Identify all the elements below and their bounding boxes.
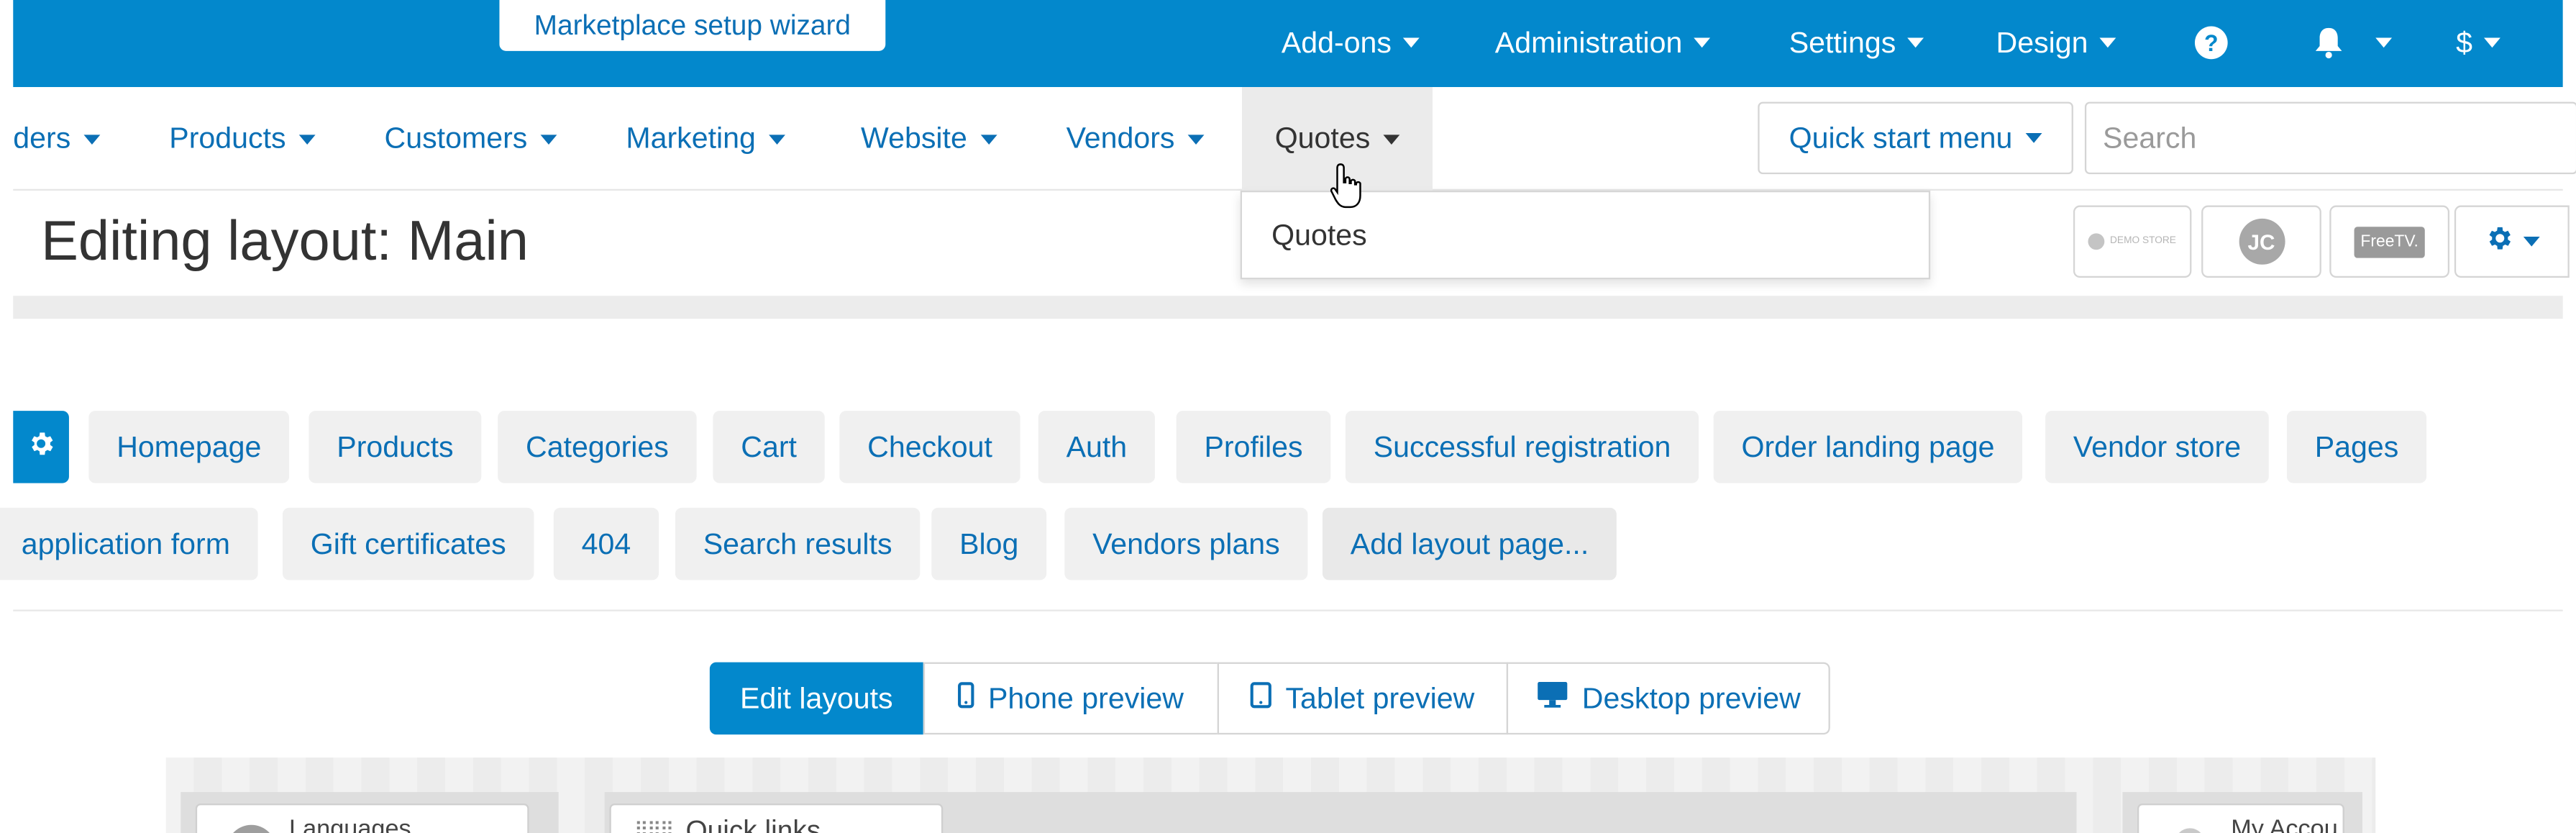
quick-start-menu-button[interactable]: Quick start menu bbox=[1758, 101, 2073, 175]
chevron-down-icon bbox=[1187, 134, 1205, 144]
nav-customers-label: Customers bbox=[384, 122, 528, 155]
widget-handle-icon bbox=[227, 824, 276, 833]
layout-tab-checkout[interactable]: Checkout bbox=[839, 411, 1020, 483]
nav-customers[interactable]: Customers bbox=[385, 87, 557, 191]
nav-website-label: Website bbox=[861, 122, 967, 155]
addons-menu[interactable]: Add-ons bbox=[1282, 23, 1420, 63]
title-separator bbox=[13, 296, 2563, 319]
bell-icon bbox=[2313, 27, 2344, 60]
layout-tab-profiles[interactable]: Profiles bbox=[1176, 411, 1331, 483]
nav-products[interactable]: Products bbox=[169, 87, 316, 191]
add-layout-page-button[interactable]: Add layout page... bbox=[1322, 507, 1617, 581]
nav-orders[interactable]: ders bbox=[13, 87, 101, 191]
layout-tab-search-results[interactable]: Search results bbox=[675, 507, 921, 581]
quick-links-widget[interactable]: ⠿⠿⠿ Quick links bbox=[609, 804, 944, 833]
layout-tab-homepage[interactable]: Homepage bbox=[88, 411, 290, 483]
layout-settings-gear-button[interactable] bbox=[13, 411, 69, 483]
widget-handle-icon bbox=[2175, 828, 2205, 833]
desktop-preview-button[interactable]: Desktop preview bbox=[1506, 662, 1830, 735]
administration-menu[interactable]: Administration bbox=[1494, 23, 1711, 63]
jc-logo-icon: JC bbox=[2238, 218, 2285, 265]
freetv-logo-icon: FreeTV. bbox=[2354, 226, 2425, 258]
hand-cursor-icon bbox=[1329, 161, 1365, 222]
layout-tab-404[interactable]: 404 bbox=[553, 507, 659, 581]
my-account-widget[interactable]: My Accou bbox=[2137, 804, 2344, 833]
chevron-down-icon bbox=[2099, 37, 2116, 48]
nav-vendors-label: Vendors bbox=[1066, 122, 1175, 155]
layout-tab-products[interactable]: Products bbox=[309, 411, 482, 483]
nav-vendors[interactable]: Vendors bbox=[1067, 87, 1205, 191]
drag-handle-icon: ⠿⠿⠿ bbox=[634, 818, 675, 833]
dropdown-item-quotes[interactable]: Quotes bbox=[1271, 219, 1367, 253]
currency-label: $ bbox=[2456, 25, 2473, 59]
help-button[interactable]: ? bbox=[2194, 23, 2228, 63]
quick-links-label: Quick links bbox=[685, 815, 821, 833]
tablet-preview-button[interactable]: Tablet preview bbox=[1217, 662, 1509, 735]
nav-marketing[interactable]: Marketing bbox=[626, 87, 786, 191]
layout-tab-auth[interactable]: Auth bbox=[1038, 411, 1156, 483]
desktop-icon bbox=[1536, 680, 1569, 716]
layout-tab-pages[interactable]: Pages bbox=[2286, 411, 2427, 483]
chevron-down-icon bbox=[540, 134, 557, 144]
phone-preview-label: Phone preview bbox=[987, 680, 1184, 714]
layout-tab-vendors-plans[interactable]: Vendors plans bbox=[1064, 507, 1308, 581]
chevron-down-icon bbox=[2375, 37, 2393, 48]
addons-label: Add-ons bbox=[1281, 25, 1392, 59]
design-label: Design bbox=[1996, 25, 2088, 59]
demo-store-logo-icon: DEMO STORE bbox=[2088, 233, 2176, 250]
jc-logo-button[interactable]: JC bbox=[2201, 205, 2321, 278]
nav-marketing-label: Marketing bbox=[626, 122, 756, 155]
layout-tab-order-landing-page[interactable]: Order landing page bbox=[1713, 411, 2023, 483]
nav-products-label: Products bbox=[169, 122, 286, 155]
administration-label: Administration bbox=[1494, 25, 1683, 59]
gear-icon bbox=[27, 428, 56, 466]
chevron-down-icon bbox=[1383, 134, 1400, 144]
chevron-down-icon bbox=[1907, 37, 1924, 48]
layout-tab-gift-certificates[interactable]: Gift certificates bbox=[282, 507, 534, 581]
layout-tab-blog[interactable]: Blog bbox=[931, 507, 1047, 581]
chevron-down-icon bbox=[980, 134, 997, 144]
phone-icon bbox=[959, 681, 975, 716]
desktop-preview-label: Desktop preview bbox=[1581, 680, 1801, 714]
phone-preview-button[interactable]: Phone preview bbox=[923, 662, 1220, 735]
nav-orders-label: ders bbox=[13, 122, 71, 155]
layout-tab-cart[interactable]: Cart bbox=[713, 411, 825, 483]
languages-label: Languages bbox=[289, 815, 411, 833]
notifications-menu[interactable] bbox=[2313, 23, 2393, 63]
tablet-preview-label: Tablet preview bbox=[1285, 680, 1475, 714]
search-input[interactable] bbox=[2084, 101, 2576, 175]
chevron-down-icon bbox=[2025, 133, 2042, 143]
settings-label: Settings bbox=[1789, 25, 1896, 59]
chevron-down-icon bbox=[83, 134, 101, 144]
layout-tab-successful-registration[interactable]: Successful registration bbox=[1345, 411, 1699, 483]
settings-gear-button[interactable] bbox=[2454, 205, 2570, 278]
edit-layouts-button[interactable]: Edit layouts bbox=[709, 662, 923, 735]
freetv-logo-button[interactable]: FreeTV. bbox=[2329, 205, 2450, 278]
tablet-icon bbox=[1251, 681, 1272, 716]
nav-quotes-label: Quotes bbox=[1274, 122, 1371, 155]
quick-start-label: Quick start menu bbox=[1789, 120, 2013, 154]
page-title: Editing layout: Main bbox=[41, 210, 529, 273]
design-menu[interactable]: Design bbox=[1996, 23, 2116, 63]
edit-layouts-label: Edit layouts bbox=[740, 680, 893, 714]
marketplace-setup-wizard-button[interactable]: Marketplace setup wizard bbox=[499, 0, 886, 51]
settings-menu[interactable]: Settings bbox=[1789, 23, 1924, 63]
layout-tab-application-form[interactable]: application form bbox=[0, 507, 258, 581]
demo-store-logo-button[interactable]: DEMO STORE bbox=[2073, 205, 2192, 278]
chevron-down-icon bbox=[2523, 236, 2540, 247]
chevron-down-icon bbox=[1402, 37, 1420, 48]
chevron-down-icon bbox=[1694, 37, 1711, 48]
chevron-down-icon bbox=[298, 134, 316, 144]
currency-menu[interactable]: $ bbox=[2456, 23, 2500, 63]
layout-tab-vendor-store[interactable]: Vendor store bbox=[2045, 411, 2269, 483]
section-divider bbox=[13, 609, 2563, 611]
chevron-down-icon bbox=[769, 134, 786, 144]
languages-widget[interactable]: Languages bbox=[195, 804, 529, 833]
my-account-label: My Accou bbox=[2231, 815, 2338, 833]
layout-tab-categories[interactable]: Categories bbox=[498, 411, 697, 483]
help-icon: ? bbox=[2194, 26, 2228, 60]
chevron-down-icon bbox=[2484, 37, 2500, 48]
nav-website[interactable]: Website bbox=[861, 87, 997, 191]
gear-icon bbox=[2484, 223, 2513, 261]
